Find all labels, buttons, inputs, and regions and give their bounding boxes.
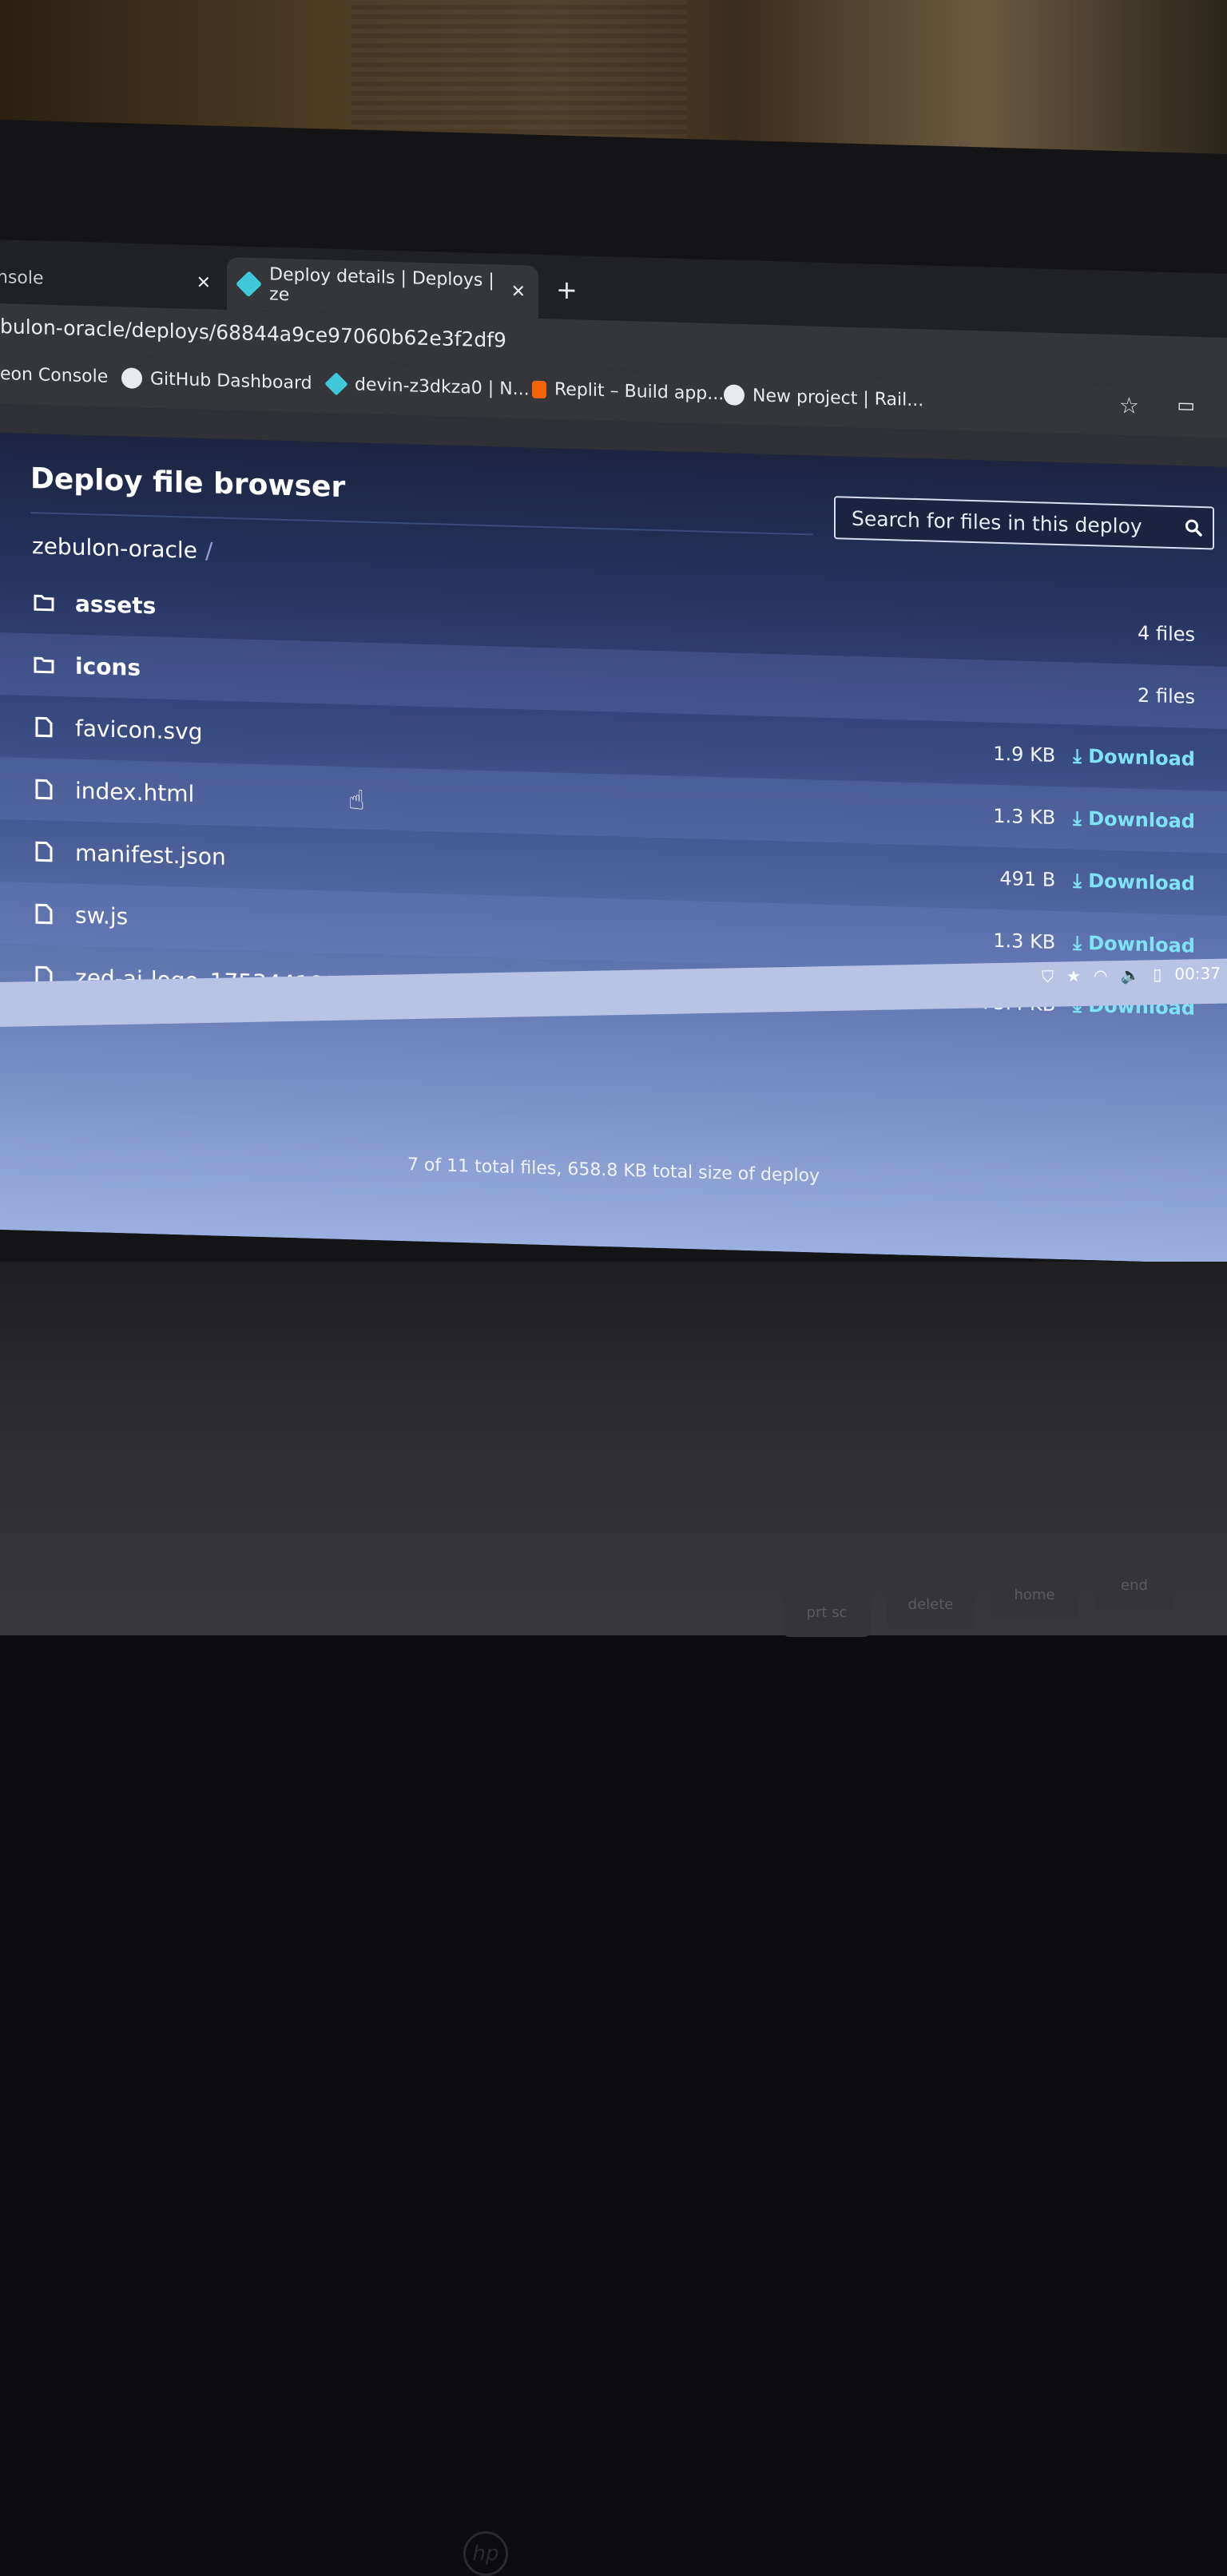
- file-count: 2 files: [1138, 684, 1195, 708]
- entry-name[interactable]: manifest.json: [75, 839, 226, 870]
- breadcrumb: zebulon-oracle /: [32, 533, 212, 564]
- download-link[interactable]: ⤓ Download: [1073, 807, 1195, 833]
- entry-meta: 1.9 KB ⤓ Download: [993, 743, 1195, 771]
- tab-title: nsole: [0, 267, 44, 289]
- file-size: 491 B: [999, 866, 1056, 891]
- file-icon: [35, 841, 53, 862]
- entry-name[interactable]: favicon.svg: [75, 715, 202, 744]
- close-icon[interactable]: ✕: [197, 272, 211, 293]
- file-size: 1.3 KB: [993, 804, 1056, 829]
- search-box: [834, 496, 1214, 550]
- bookmark-github[interactable]: GitHub Dashboard: [121, 367, 312, 394]
- search-input[interactable]: [836, 505, 1174, 540]
- file-icon: [35, 903, 53, 925]
- tab-deploy-details[interactable]: Deploy details | Deploys | ze ✕: [227, 256, 538, 319]
- bookmark-star-icon[interactable]: ☆: [1119, 392, 1139, 419]
- status-tray[interactable]: ⛉ ★ ◠ 🔈 ▯ 00:37: [1042, 964, 1221, 986]
- railway-icon: [724, 384, 745, 406]
- volume-icon: 🔈: [1120, 965, 1141, 985]
- file-icon: [35, 716, 53, 738]
- bookmark-devin[interactable]: devin-z3dkza0 | N...: [324, 372, 530, 400]
- bookmark-label: eon Console: [0, 364, 109, 387]
- clock: 00:37: [1174, 963, 1221, 984]
- entry-name[interactable]: icons: [75, 652, 141, 680]
- entry-meta: 2 files: [1138, 684, 1195, 708]
- deploy-summary: 7 of 11 total files, 658.8 KB total size…: [407, 1155, 820, 1187]
- keyboard-key: end: [1094, 1562, 1174, 1610]
- bookmark-label: devin-z3dkza0 | N...: [355, 374, 530, 400]
- laptop-base: hp prt sc delete home end: [0, 1262, 1227, 2576]
- entry-name[interactable]: sw.js: [75, 902, 128, 929]
- netlify-favicon-icon: [235, 271, 263, 298]
- bookmark-label: New project | Rail...: [752, 385, 924, 410]
- keyboard-key: delete: [887, 1581, 975, 1629]
- laptop-screen: nsole ✕ Deploy details | Deploys | ze ✕ …: [0, 240, 1227, 1264]
- bookmark-console[interactable]: eon Console: [0, 364, 108, 387]
- page-title: Deploy file browser: [30, 462, 346, 505]
- star-icon: ★: [1066, 966, 1081, 986]
- breadcrumb-site[interactable]: zebulon-oracle: [32, 533, 197, 564]
- divider: [30, 512, 813, 536]
- tab-title: Deploy details | Deploys | ze: [269, 264, 494, 306]
- bookmark-label: GitHub Dashboard: [150, 368, 312, 394]
- file-icon: [35, 779, 53, 800]
- file-size: 1.3 KB: [993, 929, 1056, 953]
- new-tab-button[interactable]: +: [556, 274, 578, 305]
- entry-meta: 4 files: [1138, 622, 1195, 646]
- keyboard-key: prt sc: [783, 1589, 871, 1637]
- side-panel-icon[interactable]: ▭: [1177, 394, 1195, 417]
- hand-cursor-icon: ☝: [348, 784, 365, 817]
- wifi-icon: ◠: [1093, 965, 1108, 985]
- folder-icon: [34, 656, 54, 674]
- file-size: 1.9 KB: [993, 742, 1056, 767]
- download-link[interactable]: ⤓ Download: [1073, 932, 1195, 957]
- bookmark-railway[interactable]: New project | Rail...: [724, 384, 923, 410]
- shield-icon: ⛉: [1042, 966, 1054, 986]
- battery-icon: ▯: [1153, 965, 1162, 985]
- breadcrumb-separator: /: [204, 537, 213, 565]
- download-link[interactable]: ⤓ Download: [1073, 745, 1195, 771]
- folder-icon: [34, 594, 54, 612]
- entry-meta: 491 B ⤓ Download: [999, 867, 1195, 895]
- search-icon[interactable]: [1174, 507, 1213, 548]
- github-icon: [121, 367, 142, 389]
- hp-logo: hp: [463, 2531, 508, 2576]
- url-text[interactable]: bulon-oracle/deploys/68844a9ce97060b62e3…: [0, 315, 506, 352]
- entry-meta: 1.3 KB ⤓ Download: [993, 805, 1195, 833]
- diamond-icon: [324, 372, 348, 396]
- file-count: 4 files: [1138, 621, 1195, 646]
- deploy-file-browser-page: Deploy file browser zebulon-oracle/ asse…: [0, 433, 1227, 1264]
- entry-meta: 1.3 KB ⤓ Download: [993, 929, 1195, 957]
- keyboard-key: home: [991, 1571, 1078, 1619]
- bookmark-label: Replit – Build app...: [554, 379, 725, 405]
- entry-name[interactable]: index.html: [75, 777, 194, 806]
- replit-icon: [532, 380, 546, 398]
- download-link[interactable]: ⤓ Download: [1073, 870, 1195, 895]
- entry-name[interactable]: assets: [75, 590, 156, 619]
- tab-console[interactable]: nsole ✕: [0, 250, 224, 309]
- bookmark-replit[interactable]: Replit – Build app...: [532, 379, 725, 405]
- close-icon[interactable]: ✕: [511, 281, 526, 302]
